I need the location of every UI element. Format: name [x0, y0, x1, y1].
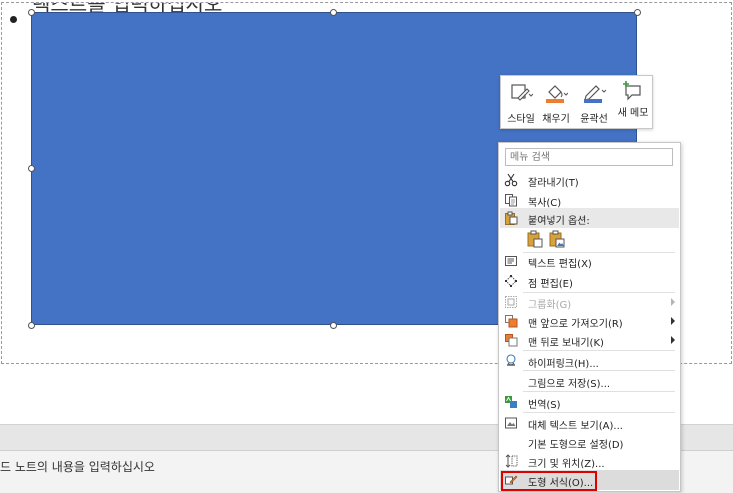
menu-item-paste-options: 붙여넣기 옵션:	[500, 208, 679, 228]
style-label: 스타일	[507, 114, 535, 125]
menu-item-label: 맨 앞으로 가져오기(R)	[528, 319, 623, 330]
menu-item-copy[interactable]: 복사(C)	[500, 190, 679, 210]
paste-icon	[505, 211, 518, 225]
bullet-icon	[10, 16, 17, 23]
submenu-arrow-icon	[671, 336, 675, 344]
shape-style-icon	[511, 84, 533, 101]
menu-item-save-as-picture[interactable]: 그림으로 저장(S)...	[500, 371, 679, 391]
alt-text-icon	[505, 417, 517, 429]
paste-keep-formatting-icon[interactable]	[527, 230, 543, 248]
menu-item-send-to-back[interactable]: 맨 뒤로 보내기(K)	[500, 330, 679, 350]
group-icon	[505, 296, 517, 308]
menu-item-translate[interactable]: 번역(S)	[500, 392, 679, 412]
resize-handle-middle-left[interactable]	[28, 165, 35, 172]
menu-search-input[interactable]	[505, 148, 673, 166]
menu-item-edit-text[interactable]: 텍스트 편집(X)	[500, 251, 679, 271]
bring-to-front-icon	[505, 315, 518, 328]
scissors-icon	[504, 173, 518, 187]
mini-toolbar: 스타일 채우기 윤곽선 새 메모	[500, 75, 653, 129]
menu-item-set-default-shape[interactable]: 기본 도형으로 설정(D)	[500, 432, 679, 452]
new-comment-button[interactable]: 새 메모	[614, 80, 652, 126]
copy-icon	[505, 194, 517, 207]
menu-item-label: 그룹화(G)	[528, 300, 572, 311]
paste-options-row	[527, 230, 587, 250]
paste-as-picture-icon[interactable]	[549, 230, 565, 248]
menu-item-label: 점 편집(E)	[528, 279, 573, 290]
submenu-arrow-icon	[671, 317, 675, 325]
menu-item-label: 맨 뒤로 보내기(K)	[528, 338, 604, 349]
fill-label: 채우기	[542, 114, 570, 125]
edit-points-icon	[505, 275, 517, 287]
menu-item-edit-points[interactable]: 점 편집(E)	[500, 271, 679, 291]
outline-label: 윤곽선	[580, 114, 608, 125]
outline-button[interactable]: 윤곽선	[575, 80, 613, 126]
paint-bucket-icon	[546, 85, 568, 103]
resize-handle-top-left[interactable]	[28, 9, 35, 16]
menu-item-bring-to-front[interactable]: 맨 앞으로 가져오기(R)	[500, 311, 679, 331]
menu-item-size-and-position[interactable]: 크기 및 위치(Z)...	[500, 451, 679, 471]
menu-item-label: 붙여넣기 옵션:	[528, 216, 590, 227]
edit-text-icon	[505, 256, 517, 266]
menu-item-label: 번역(S)	[528, 400, 561, 411]
send-to-back-icon	[505, 334, 518, 347]
submenu-arrow-icon	[671, 298, 675, 306]
fill-button[interactable]: 채우기	[539, 80, 573, 126]
menu-item-label: 하이퍼링크(H)...	[528, 359, 599, 370]
style-button[interactable]: 스타일	[504, 80, 538, 126]
menu-item-view-alt-text[interactable]: 대체 텍스트 보기(A)...	[500, 413, 679, 433]
menu-item-label: 기본 도형으로 설정(D)	[528, 440, 624, 451]
menu-item-label: 복사(C)	[528, 198, 562, 209]
context-menu: 잘라내기(T) 복사(C) 붙여넣기 옵션:	[498, 142, 681, 492]
menu-item-group[interactable]: 그룹화(G)	[500, 292, 679, 312]
menu-item-label: 대체 텍스트 보기(A)...	[528, 421, 623, 432]
resize-handle-bottom-left[interactable]	[28, 322, 35, 329]
menu-item-cut[interactable]: 잘라내기(T)	[500, 170, 679, 190]
menu-item-label: 잘라내기(T)	[528, 178, 579, 189]
menu-item-label: 크기 및 위치(Z)...	[528, 459, 605, 470]
format-shape-highlight-box	[501, 471, 597, 491]
menu-item-label: 텍스트 편집(X)	[528, 259, 592, 270]
new-comment-icon	[623, 81, 641, 101]
resize-handle-top-right[interactable]	[634, 9, 641, 16]
resize-handle-bottom-middle[interactable]	[330, 322, 337, 329]
new-comment-label: 새 메모	[617, 108, 649, 119]
notes-placeholder-text: 드 노트의 내용을 입력하십시오	[0, 460, 155, 474]
size-position-icon	[505, 454, 518, 468]
hyperlink-icon	[506, 354, 516, 366]
menu-item-hyperlink[interactable]: 하이퍼링크(H)...	[500, 351, 679, 371]
pen-outline-icon	[584, 85, 606, 103]
translate-icon	[505, 396, 517, 408]
resize-handle-top-middle[interactable]	[330, 9, 337, 16]
menu-item-label: 그림으로 저장(S)...	[528, 379, 611, 390]
